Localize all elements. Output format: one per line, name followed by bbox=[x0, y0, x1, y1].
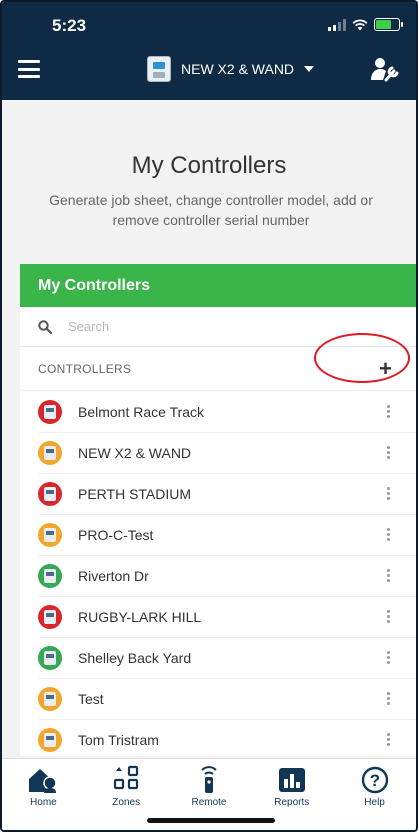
tab-label: Home bbox=[30, 797, 57, 808]
controller-list: Belmont Race Track NEW X2 & WAND PERTH STA… bbox=[20, 391, 416, 760]
annotation-circle bbox=[314, 333, 410, 383]
controller-row[interactable]: Riverton Dr bbox=[20, 555, 416, 596]
svg-text:?: ? bbox=[369, 771, 379, 790]
controller-status-icon bbox=[38, 727, 62, 752]
help-icon: ? bbox=[361, 766, 388, 794]
more-options-icon[interactable] bbox=[378, 610, 398, 623]
more-options-icon[interactable] bbox=[378, 528, 398, 541]
home-indicator bbox=[147, 818, 275, 823]
section-label: CONTROLLERS bbox=[38, 361, 132, 376]
controller-status-icon bbox=[38, 686, 62, 711]
controller-name: Shelley Back Yard bbox=[78, 649, 192, 666]
more-options-icon[interactable] bbox=[378, 446, 398, 459]
controller-row[interactable]: PRO-C-Test bbox=[20, 514, 416, 555]
app-frame: 5:23 NEW X2 & WAND My Controllers Genera… bbox=[0, 0, 418, 832]
tab-label: Help bbox=[364, 797, 385, 808]
remote-icon bbox=[201, 766, 217, 793]
controller-status-icon bbox=[38, 645, 62, 670]
search-icon bbox=[38, 319, 52, 334]
controller-row[interactable]: NEW X2 & WAND bbox=[20, 432, 416, 473]
more-options-icon[interactable] bbox=[378, 487, 398, 500]
page-subtitle: Generate job sheet, change controller mo… bbox=[49, 192, 373, 228]
controller-name: RUGBY-LARK HILL bbox=[78, 608, 202, 625]
menu-button[interactable] bbox=[18, 60, 40, 78]
controller-name: PERTH STADIUM bbox=[78, 485, 192, 502]
more-options-icon[interactable] bbox=[378, 692, 398, 705]
controller-status-icon bbox=[38, 522, 62, 547]
controller-name: NEW X2 & WAND bbox=[78, 444, 192, 461]
controller-status-icon bbox=[38, 481, 62, 506]
tab-help[interactable]: ? Help bbox=[340, 765, 410, 830]
controller-row[interactable]: PERTH STADIUM bbox=[20, 473, 416, 514]
user-tools-icon[interactable] bbox=[370, 56, 400, 82]
more-options-icon[interactable] bbox=[378, 405, 398, 418]
controller-row[interactable]: Tom Tristram bbox=[20, 719, 416, 760]
controller-icon bbox=[147, 56, 171, 82]
tab-label: Zones bbox=[112, 797, 141, 808]
wifi-icon bbox=[352, 19, 368, 30]
search-input[interactable] bbox=[68, 319, 348, 334]
controller-status-icon bbox=[38, 563, 62, 588]
caret-down-icon bbox=[304, 66, 315, 72]
controller-status-icon bbox=[38, 604, 62, 629]
home-icon bbox=[29, 769, 58, 793]
status-time: 5:23 bbox=[52, 16, 87, 35]
controller-selector[interactable]: NEW X2 & WAND bbox=[147, 56, 315, 82]
app-header: 5:23 NEW X2 & WAND bbox=[2, 2, 416, 100]
controller-row[interactable]: Belmont Race Track bbox=[20, 391, 416, 432]
controller-name: Tom Tristram bbox=[78, 731, 159, 748]
zones-icon bbox=[114, 765, 139, 790]
signal-icon bbox=[328, 18, 346, 31]
more-options-icon[interactable] bbox=[378, 569, 398, 582]
controller-status-icon bbox=[38, 440, 62, 465]
controller-row[interactable]: RUGBY-LARK HILL bbox=[20, 596, 416, 637]
controller-name: PRO-C-Test bbox=[78, 526, 154, 543]
page-title: My Controllers bbox=[131, 152, 287, 179]
controller-name: Test bbox=[78, 690, 104, 707]
controller-name: Belmont Race Track bbox=[78, 403, 205, 420]
controller-row[interactable]: Test bbox=[20, 678, 416, 719]
battery-icon bbox=[374, 18, 403, 31]
controller-name: NEW X2 & WAND bbox=[181, 61, 295, 77]
reports-icon bbox=[278, 768, 305, 792]
card-title: My Controllers bbox=[20, 264, 416, 307]
more-options-icon[interactable] bbox=[378, 651, 398, 664]
more-options-icon[interactable] bbox=[378, 733, 398, 746]
status-icons bbox=[328, 18, 403, 31]
controller-name: Riverton Dr bbox=[78, 567, 149, 584]
tab-label: Remote bbox=[191, 797, 227, 808]
tab-label: Reports bbox=[274, 797, 310, 808]
tab-home[interactable]: Home bbox=[8, 765, 78, 830]
controller-row[interactable]: Shelley Back Yard bbox=[20, 637, 416, 678]
controller-status-icon bbox=[38, 399, 62, 424]
